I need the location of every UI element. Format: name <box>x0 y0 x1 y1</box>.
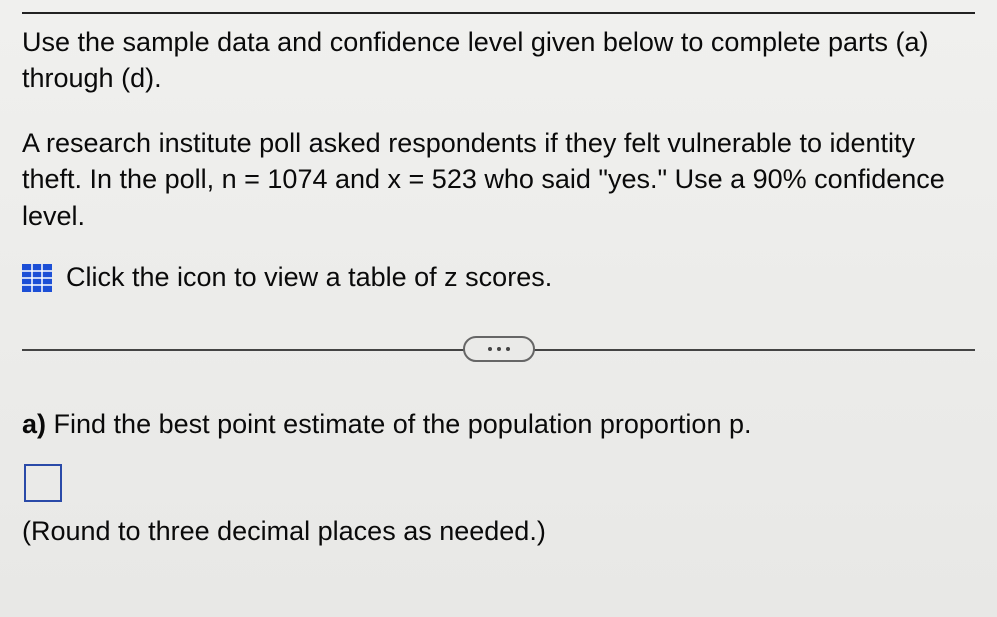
table-icon <box>22 264 52 292</box>
expand-button[interactable] <box>463 336 535 362</box>
top-border <box>22 12 975 14</box>
part-a-question: Find the best point estimate of the popu… <box>54 409 752 439</box>
part-a-answer-input[interactable] <box>24 464 62 502</box>
section-divider <box>22 329 975 369</box>
part-a-hint: (Round to three decimal places as needed… <box>22 516 975 547</box>
instruction-text: Use the sample data and confidence level… <box>22 24 975 97</box>
problem-statement: A research institute poll asked responde… <box>22 125 975 234</box>
part-a-label: a) <box>22 409 46 439</box>
z-table-link-label: Click the icon to view a table of z scor… <box>66 262 552 293</box>
dots-icon <box>497 347 501 351</box>
dots-icon <box>488 347 492 351</box>
z-table-link-row[interactable]: Click the icon to view a table of z scor… <box>22 262 975 293</box>
dots-icon <box>506 347 510 351</box>
part-a-prompt: a) Find the best point estimate of the p… <box>22 409 975 440</box>
